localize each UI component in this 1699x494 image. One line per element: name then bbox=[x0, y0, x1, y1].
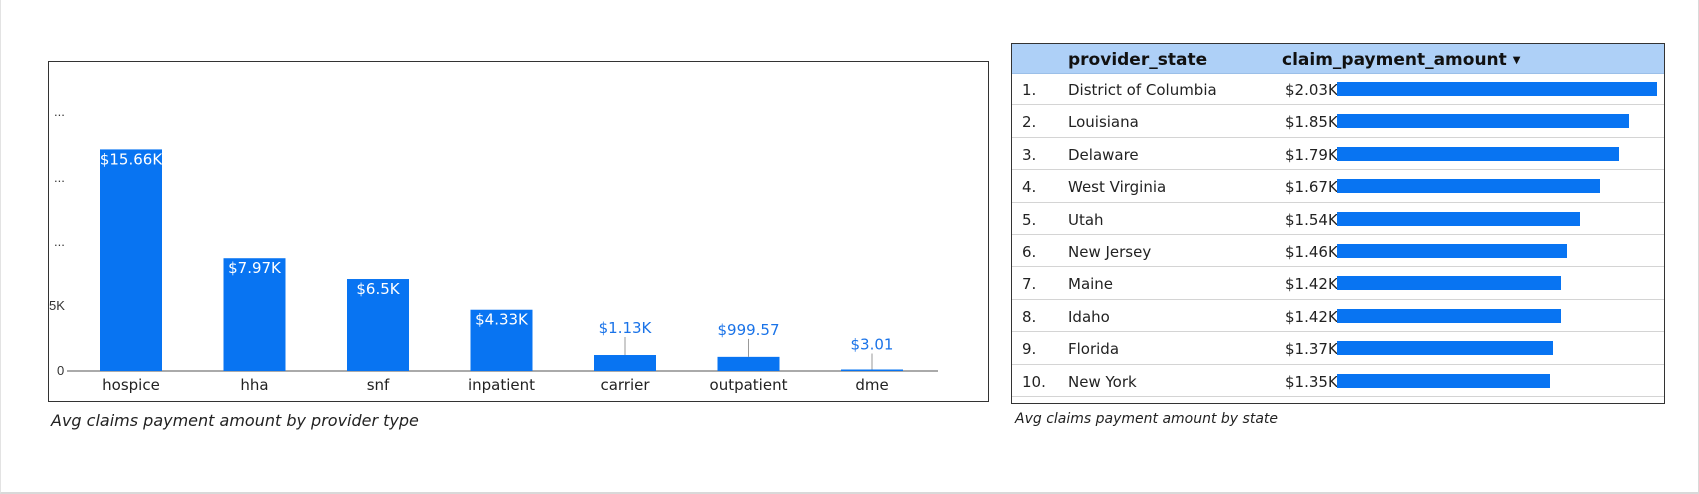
state-table[interactable]: provider_state claim_payment_amount ▼ 1. D… bbox=[1011, 43, 1665, 404]
y-tick-label: 5K bbox=[49, 298, 65, 313]
row-amount: $1.85K bbox=[1285, 113, 1338, 132]
row-state: Louisiana bbox=[1068, 113, 1139, 132]
y-tick-label: 0 bbox=[57, 363, 64, 378]
y-tick-label: ... bbox=[54, 234, 65, 249]
table-row[interactable]: 10. New York $1.35K bbox=[1012, 365, 1664, 397]
row-rank: 7. bbox=[1022, 275, 1037, 294]
row-amount: $2.03K bbox=[1285, 81, 1338, 99]
row-amount: $1.79K bbox=[1285, 145, 1338, 164]
row-state: Florida bbox=[1068, 340, 1120, 359]
header-amount-label: claim_payment_amount bbox=[1282, 50, 1507, 70]
table-row[interactable]: 2. Louisiana $1.85K bbox=[1012, 105, 1664, 138]
data-label: $15.66K bbox=[100, 150, 163, 168]
table-row[interactable]: 4. West Virginia $1.67K bbox=[1012, 170, 1664, 203]
bar-hospice[interactable] bbox=[100, 149, 162, 371]
row-state: West Virginia bbox=[1068, 178, 1167, 197]
row-rank: 5. bbox=[1022, 210, 1037, 229]
header-claim-payment-amount[interactable]: claim_payment_amount ▼ bbox=[1282, 50, 1521, 70]
bar-outpatient[interactable] bbox=[717, 356, 780, 371]
bar-carrier[interactable] bbox=[594, 355, 656, 371]
y-tick-label: ... bbox=[54, 170, 65, 185]
row-state: New York bbox=[1068, 372, 1137, 391]
row-amount: $1.46K bbox=[1285, 242, 1338, 261]
row-amount-bar bbox=[1337, 308, 1561, 323]
row-rank: 10. bbox=[1022, 372, 1046, 391]
table-caption: Avg claims payment amount by state bbox=[1015, 411, 1279, 427]
bar-chart-svg: 0 5K......... hospice $15.66K hha $7.97K snf $6… bbox=[49, 104, 938, 394]
row-amount: $1.37K bbox=[1285, 340, 1338, 359]
report-canvas: 0 5K......... hospice $15.66K hha $7.97K snf $6… bbox=[0, 0, 1699, 494]
row-amount: $1.54K bbox=[1285, 210, 1338, 229]
bar-dme[interactable] bbox=[841, 369, 903, 372]
data-label: $6.5K bbox=[356, 280, 400, 298]
y-tick-label: ... bbox=[54, 104, 65, 119]
row-rank: 4. bbox=[1022, 178, 1037, 197]
x-tick-label: hha bbox=[240, 376, 268, 394]
table-row[interactable]: 8. Idaho $1.42K bbox=[1012, 300, 1664, 333]
row-rank: 3. bbox=[1022, 145, 1037, 164]
table-row[interactable]: 1. District of Columbia $2.03K bbox=[1012, 73, 1664, 106]
table-row[interactable]: 3. Delaware $1.79K bbox=[1012, 138, 1664, 171]
data-label: $4.33K bbox=[475, 311, 529, 329]
data-label: $7.97K bbox=[228, 259, 282, 277]
x-tick-label: hospice bbox=[102, 376, 160, 394]
row-amount: $1.42K bbox=[1285, 275, 1338, 294]
table-row[interactable]: 9. Florida $1.37K bbox=[1012, 332, 1664, 365]
row-amount: $1.67K bbox=[1285, 178, 1338, 197]
row-amount-bar bbox=[1337, 276, 1561, 291]
x-tick-label: dme bbox=[855, 376, 888, 394]
row-amount-bar bbox=[1337, 179, 1601, 194]
row-state: District of Columbia bbox=[1068, 81, 1217, 99]
row-state: Idaho bbox=[1068, 307, 1110, 326]
row-rank: 9. bbox=[1022, 340, 1037, 359]
data-label: $999.57 bbox=[717, 321, 779, 339]
row-amount-bar bbox=[1337, 341, 1553, 356]
row-state: Delaware bbox=[1068, 145, 1139, 164]
row-rank: 2. bbox=[1022, 113, 1037, 132]
table-row[interactable]: 6. New Jersey $1.46K bbox=[1012, 235, 1664, 268]
data-label: $3.01 bbox=[851, 336, 894, 354]
row-amount-bar bbox=[1337, 114, 1629, 129]
row-amount-bar bbox=[1337, 211, 1580, 226]
header-provider-state[interactable]: provider_state bbox=[1068, 50, 1207, 70]
row-amount-bar bbox=[1337, 373, 1550, 388]
sort-descending-icon[interactable]: ▼ bbox=[1513, 55, 1521, 66]
x-tick-label: outpatient bbox=[710, 376, 788, 394]
row-rank: 1. bbox=[1022, 81, 1037, 99]
row-amount: $1.35K bbox=[1285, 372, 1338, 391]
row-amount-bar bbox=[1337, 82, 1657, 96]
data-label: $1.13K bbox=[599, 319, 653, 337]
row-rank: 8. bbox=[1022, 307, 1037, 326]
provider-type-bar-chart[interactable]: 0 5K......... hospice $15.66K hha $7.97K snf $6… bbox=[48, 61, 989, 402]
table-row[interactable]: 5. Utah $1.54K bbox=[1012, 203, 1664, 235]
row-amount: $1.42K bbox=[1285, 307, 1338, 326]
x-tick-label: snf bbox=[367, 376, 390, 394]
row-rank: 6. bbox=[1022, 242, 1037, 261]
row-state: Maine bbox=[1068, 275, 1114, 294]
row-state: Utah bbox=[1068, 210, 1104, 229]
x-tick-label: carrier bbox=[600, 376, 650, 394]
table-header: provider_state claim_payment_amount ▼ bbox=[1012, 44, 1664, 74]
table-row[interactable]: 7. Maine $1.42K bbox=[1012, 267, 1664, 300]
x-tick-label: inpatient bbox=[468, 376, 535, 394]
row-state: New Jersey bbox=[1068, 242, 1152, 261]
row-amount-bar bbox=[1337, 146, 1620, 161]
bar-chart-caption: Avg claims payment amount by provider ty… bbox=[51, 411, 419, 430]
table-body: 1. District of Columbia $2.03K 2. Louisiana $… bbox=[1012, 73, 1664, 397]
row-amount-bar bbox=[1337, 243, 1568, 258]
